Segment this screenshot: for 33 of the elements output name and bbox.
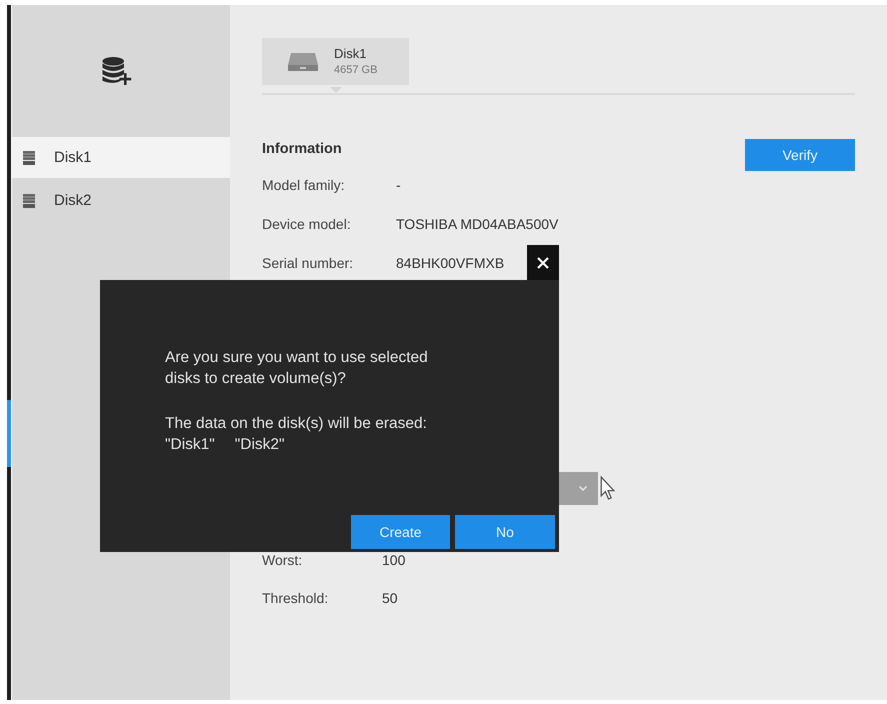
field-label: Device model: <box>262 216 352 232</box>
close-icon <box>537 256 549 268</box>
disk-size: 4657 GB <box>334 64 378 76</box>
field-value: TOSHIBA MD04ABA500V <box>396 216 558 232</box>
sidebar-item-label: Disk2 <box>54 192 92 209</box>
scrollbar-track[interactable] <box>7 5 11 700</box>
disk-tab[interactable]: Disk1 4657 GB <box>262 38 409 86</box>
disk-icon <box>23 194 35 208</box>
sidebar-item-label: Disk1 <box>54 149 92 166</box>
field-label: Serial number: <box>262 255 354 271</box>
disk-icon <box>23 150 35 164</box>
field-value: - <box>396 177 401 193</box>
disk-name: Disk1 <box>334 46 368 60</box>
field-value: 84BHK00VFMXB <box>396 255 504 271</box>
field-label: Worst: <box>262 552 304 568</box>
scrollbar-thumb[interactable] <box>7 400 11 467</box>
field-label: Threshold: <box>262 590 330 606</box>
field-value: 50 <box>382 590 398 606</box>
section-title: Information <box>262 140 342 158</box>
chevron-down-icon <box>579 486 587 491</box>
disk-name: "Disk2" <box>234 435 285 455</box>
sidebar-item[interactable]: Disk1 <box>12 137 230 178</box>
sidebar-item[interactable]: Disk2 <box>12 180 230 221</box>
dialog-message: Are you sure you want to use selected disks to create volume(s)? <box>165 348 429 389</box>
mouse-pointer-icon <box>600 476 615 501</box>
database-add-icon[interactable] <box>102 57 132 85</box>
field-label: Model family: <box>262 177 346 193</box>
hard-drive-icon <box>288 52 318 70</box>
disk-name: "Disk1" <box>165 435 215 455</box>
field-value: 100 <box>382 552 406 568</box>
dialog-warning: The data on the disk(s) will be erased: <box>165 414 428 434</box>
close-button[interactable] <box>527 245 559 280</box>
dropdown-field[interactable] <box>558 472 598 505</box>
